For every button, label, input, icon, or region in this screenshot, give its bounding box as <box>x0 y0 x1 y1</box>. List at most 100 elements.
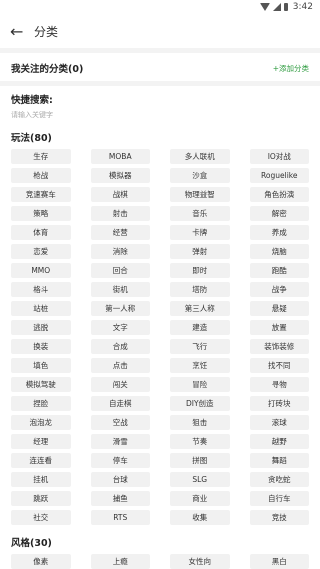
gameplay-tag[interactable]: MMO <box>11 263 71 278</box>
gameplay-tag[interactable]: 枪战 <box>11 168 71 183</box>
gameplay-tag[interactable]: 狙击 <box>170 415 230 430</box>
gameplay-tag[interactable]: 停车 <box>90 453 150 468</box>
gameplay-tag[interactable]: 格斗 <box>11 282 71 297</box>
gameplay-tag[interactable]: 跑酷 <box>249 263 309 278</box>
gameplay-tag[interactable]: MOBA <box>90 149 150 164</box>
gameplay-tag[interactable]: 商业 <box>170 491 230 506</box>
gameplay-tag[interactable]: 挂机 <box>11 472 71 487</box>
gameplay-tag[interactable]: 跳跃 <box>11 491 71 506</box>
gameplay-tag[interactable]: 寻物 <box>249 377 309 392</box>
gameplay-tag[interactable]: 填色 <box>11 358 71 373</box>
gameplay-tag[interactable]: 角色扮演 <box>249 187 309 202</box>
gameplay-tag[interactable]: RTS <box>90 510 150 525</box>
signal-icon <box>272 3 281 11</box>
gameplay-tag[interactable]: 策略 <box>11 206 71 221</box>
style-tag-grid: 像素 上瘾 女性向 黑白 <box>11 554 309 569</box>
gameplay-tag[interactable]: 冒险 <box>170 377 230 392</box>
gameplay-tag[interactable]: 自行车 <box>249 491 309 506</box>
gameplay-tag[interactable]: 社交 <box>11 510 71 525</box>
gameplay-tag[interactable]: 闯关 <box>90 377 150 392</box>
gameplay-tag[interactable]: 竞技 <box>249 510 309 525</box>
gameplay-tag[interactable]: 射击 <box>90 206 150 221</box>
style-title: 风格(30) <box>11 538 52 549</box>
gameplay-tag[interactable]: 回合 <box>90 263 150 278</box>
gameplay-tag[interactable]: 捕鱼 <box>90 491 150 506</box>
gameplay-tag[interactable]: 捏脸 <box>11 396 71 411</box>
gameplay-tag[interactable]: 收集 <box>170 510 230 525</box>
gameplay-tag[interactable]: 越野 <box>249 434 309 449</box>
gameplay-tag[interactable]: 找不同 <box>249 358 309 373</box>
gameplay-tag[interactable]: 放置 <box>249 320 309 335</box>
add-category-link[interactable]: +添加分类 <box>273 63 309 74</box>
style-tag[interactable]: 像素 <box>11 554 71 569</box>
gameplay-tag[interactable]: 塔防 <box>170 282 230 297</box>
gameplay-tag[interactable]: 换装 <box>11 339 71 354</box>
gameplay-tag[interactable]: 第一人称 <box>90 301 150 316</box>
gameplay-tag[interactable]: 弹射 <box>170 244 230 259</box>
gameplay-tag[interactable]: 恋爱 <box>11 244 71 259</box>
gameplay-tag[interactable]: 拼图 <box>170 453 230 468</box>
battery-icon <box>283 3 288 11</box>
gameplay-tag[interactable]: 自走棋 <box>90 396 150 411</box>
gameplay-tag[interactable]: 战争 <box>249 282 309 297</box>
gameplay-tag[interactable]: 空战 <box>90 415 150 430</box>
header-divider <box>0 48 320 53</box>
gameplay-tag[interactable]: 经营 <box>90 225 150 240</box>
gameplay-tag[interactable]: SLG <box>170 472 230 487</box>
search-input[interactable]: 请输入关键字 <box>11 110 309 120</box>
gameplay-tag[interactable]: IO对战 <box>249 149 309 164</box>
gameplay-tag[interactable]: 滚球 <box>249 415 309 430</box>
gameplay-tag[interactable]: 合成 <box>90 339 150 354</box>
gameplay-tag[interactable]: 养成 <box>249 225 309 240</box>
gameplay-tag[interactable]: 街机 <box>90 282 150 297</box>
gameplay-tag[interactable]: 体育 <box>11 225 71 240</box>
gameplay-tag[interactable]: 舞蹈 <box>249 453 309 468</box>
status-time: 3:42 <box>292 2 313 12</box>
page-title: 分类 <box>34 24 59 39</box>
gameplay-tag[interactable]: 战棋 <box>90 187 150 202</box>
gameplay-tag[interactable]: 多人联机 <box>170 149 230 164</box>
app-header: ← 分类 <box>0 14 320 48</box>
gameplay-tag[interactable]: 点击 <box>90 358 150 373</box>
gameplay-tag[interactable]: 装饰装修 <box>249 339 309 354</box>
gameplay-tag[interactable]: 烹饪 <box>170 358 230 373</box>
gameplay-tag[interactable]: 泡泡龙 <box>11 415 71 430</box>
gameplay-tag[interactable]: 经理 <box>11 434 71 449</box>
gameplay-tag[interactable]: 第三人称 <box>170 301 230 316</box>
gameplay-tag[interactable]: 音乐 <box>170 206 230 221</box>
gameplay-tag-grid: 生存 MOBA 多人联机 IO对战枪战 模拟器 沙盒 Roguelike 竞速赛车 战棋 物理益智… <box>11 149 309 525</box>
gameplay-tag[interactable]: 悬疑 <box>249 301 309 316</box>
gameplay-tag[interactable]: 站桩 <box>11 301 71 316</box>
gameplay-tag[interactable]: 飞行 <box>170 339 230 354</box>
gameplay-tag[interactable]: 建造 <box>170 320 230 335</box>
followed-title: 我关注的分类(0) <box>11 64 84 75</box>
style-section: 风格(30) 像素 上瘾 女性向 黑白 <box>0 535 320 569</box>
gameplay-tag[interactable]: 滑雪 <box>90 434 150 449</box>
gameplay-tag[interactable]: 文字 <box>90 320 150 335</box>
gameplay-tag[interactable]: 物理益智 <box>170 187 230 202</box>
gameplay-tag[interactable]: 模拟驾驶 <box>11 377 71 392</box>
gameplay-tag[interactable]: DIY创造 <box>170 396 230 411</box>
gameplay-tag[interactable]: 台球 <box>90 472 150 487</box>
gameplay-tag[interactable]: 卡牌 <box>170 225 230 240</box>
gameplay-tag[interactable]: 生存 <box>11 149 71 164</box>
gameplay-tag[interactable]: 连连看 <box>11 453 71 468</box>
gameplay-tag[interactable]: 沙盒 <box>170 168 230 183</box>
quick-search-title: 快捷搜索: <box>11 95 53 106</box>
gameplay-tag[interactable]: 模拟器 <box>90 168 150 183</box>
style-tag[interactable]: 上瘾 <box>90 554 150 569</box>
gameplay-section: 玩法(80) 生存 MOBA 多人联机 IO对战 枪战 模拟器 沙盒 Roguelike 竞速赛… <box>0 130 320 525</box>
gameplay-tag[interactable]: 烧脑 <box>249 244 309 259</box>
back-arrow-icon[interactable]: ← <box>10 22 32 41</box>
gameplay-tag[interactable]: 贪吃蛇 <box>249 472 309 487</box>
gameplay-tag[interactable]: 逃脱 <box>11 320 71 335</box>
gameplay-tag[interactable]: 打砖块 <box>249 396 309 411</box>
gameplay-tag[interactable]: 解密 <box>249 206 309 221</box>
gameplay-tag[interactable]: 即时 <box>170 263 230 278</box>
gameplay-tag[interactable]: 消除 <box>90 244 150 259</box>
gameplay-tag[interactable]: Roguelike <box>249 168 309 183</box>
style-tag[interactable]: 黑白 <box>249 554 309 569</box>
gameplay-tag[interactable]: 节奏 <box>170 434 230 449</box>
style-tag[interactable]: 女性向 <box>170 554 230 569</box>
gameplay-tag[interactable]: 竞速赛车 <box>11 187 71 202</box>
